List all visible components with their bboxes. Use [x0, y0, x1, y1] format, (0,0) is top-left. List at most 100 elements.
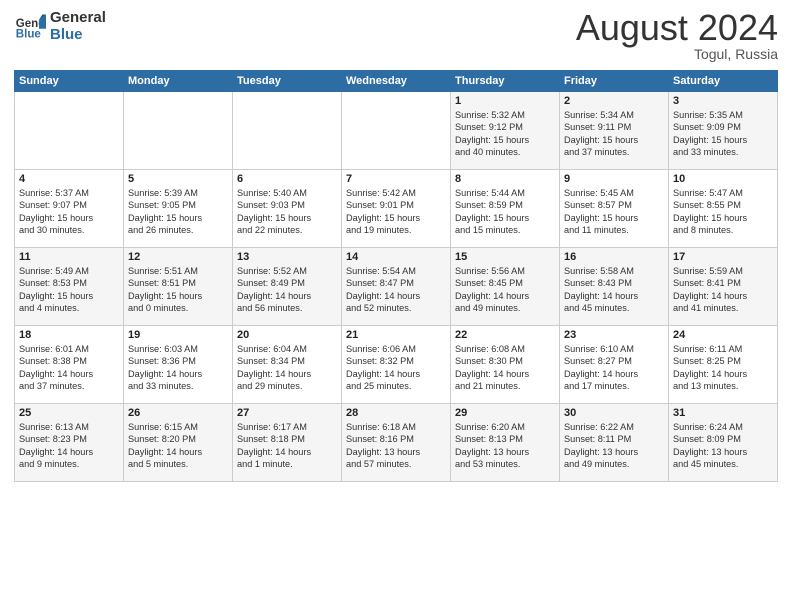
day-number: 29	[455, 407, 555, 419]
day-number: 31	[673, 407, 773, 419]
day-info: Sunrise: 5:40 AM Sunset: 9:03 PM Dayligh…	[237, 187, 337, 237]
col-header-tuesday: Tuesday	[233, 71, 342, 92]
day-info: Sunrise: 5:47 AM Sunset: 8:55 PM Dayligh…	[673, 187, 773, 237]
day-cell: 28 Sunrise: 6:18 AM Sunset: 8:16 PM Dayli…	[342, 404, 451, 482]
day-info: Sunrise: 6:08 AM Sunset: 8:30 PM Dayligh…	[455, 343, 555, 393]
day-number: 21	[346, 329, 446, 341]
day-cell	[342, 92, 451, 170]
day-info: Sunrise: 5:58 AM Sunset: 8:43 PM Dayligh…	[564, 265, 664, 315]
day-cell: 9 Sunrise: 5:45 AM Sunset: 8:57 PM Daylig…	[560, 170, 669, 248]
day-cell: 1Sunrise: 5:32 AM Sunset: 9:12 PM Daylig…	[451, 92, 560, 170]
location: Togul, Russia	[576, 46, 778, 62]
day-number: 4	[19, 173, 119, 185]
day-info: Sunrise: 5:37 AM Sunset: 9:07 PM Dayligh…	[19, 187, 119, 237]
day-number: 8	[455, 173, 555, 185]
day-number: 5	[128, 173, 228, 185]
day-cell: 29 Sunrise: 6:20 AM Sunset: 8:13 PM Dayli…	[451, 404, 560, 482]
day-cell	[233, 92, 342, 170]
day-cell: 31 Sunrise: 6:24 AM Sunset: 8:09 PM Dayli…	[669, 404, 778, 482]
day-cell: 18Sunrise: 6:01 AM Sunset: 8:38 PM Dayli…	[15, 326, 124, 404]
day-cell: 2 Sunrise: 5:34 AM Sunset: 9:11 PM Daylig…	[560, 92, 669, 170]
day-cell: 21 Sunrise: 6:06 AM Sunset: 8:32 PM Dayli…	[342, 326, 451, 404]
day-info: Sunrise: 5:45 AM Sunset: 8:57 PM Dayligh…	[564, 187, 664, 237]
day-info: Sunrise: 5:59 AM Sunset: 8:41 PM Dayligh…	[673, 265, 773, 315]
day-number: 25	[19, 407, 119, 419]
col-header-sunday: Sunday	[15, 71, 124, 92]
day-cell: 4 Sunrise: 5:37 AM Sunset: 9:07 PM Daylig…	[15, 170, 124, 248]
day-number: 24	[673, 329, 773, 341]
day-number: 12	[128, 251, 228, 263]
day-cell: 20 Sunrise: 6:04 AM Sunset: 8:34 PM Dayli…	[233, 326, 342, 404]
day-info: Sunrise: 6:13 AM Sunset: 8:23 PM Dayligh…	[19, 421, 119, 471]
week-row-3: 11Sunrise: 5:49 AM Sunset: 8:53 PM Dayli…	[15, 248, 778, 326]
day-number: 9	[564, 173, 664, 185]
day-cell: 16 Sunrise: 5:58 AM Sunset: 8:43 PM Dayli…	[560, 248, 669, 326]
col-header-thursday: Thursday	[451, 71, 560, 92]
day-number: 28	[346, 407, 446, 419]
week-row-1: 1Sunrise: 5:32 AM Sunset: 9:12 PM Daylig…	[15, 92, 778, 170]
day-cell: 22 Sunrise: 6:08 AM Sunset: 8:30 PM Dayli…	[451, 326, 560, 404]
day-cell	[15, 92, 124, 170]
day-info: Sunrise: 6:01 AM Sunset: 8:38 PM Dayligh…	[19, 343, 119, 393]
day-number: 26	[128, 407, 228, 419]
day-cell: 3 Sunrise: 5:35 AM Sunset: 9:09 PM Daylig…	[669, 92, 778, 170]
title-block: August 2024 Togul, Russia	[576, 10, 778, 62]
day-info: Sunrise: 5:35 AM Sunset: 9:09 PM Dayligh…	[673, 109, 773, 159]
day-cell: 14Sunrise: 5:54 AM Sunset: 8:47 PM Dayli…	[342, 248, 451, 326]
day-number: 13	[237, 251, 337, 263]
day-number: 10	[673, 173, 773, 185]
day-info: Sunrise: 5:39 AM Sunset: 9:05 PM Dayligh…	[128, 187, 228, 237]
day-info: Sunrise: 6:17 AM Sunset: 8:18 PM Dayligh…	[237, 421, 337, 471]
day-info: Sunrise: 6:15 AM Sunset: 8:20 PM Dayligh…	[128, 421, 228, 471]
day-number: 17	[673, 251, 773, 263]
calendar-table: SundayMondayTuesdayWednesdayThursdayFrid…	[14, 70, 778, 482]
day-number: 3	[673, 95, 773, 107]
col-header-friday: Friday	[560, 71, 669, 92]
day-info: Sunrise: 5:51 AM Sunset: 8:51 PM Dayligh…	[128, 265, 228, 315]
col-header-saturday: Saturday	[669, 71, 778, 92]
day-info: Sunrise: 6:20 AM Sunset: 8:13 PM Dayligh…	[455, 421, 555, 471]
day-info: Sunrise: 5:34 AM Sunset: 9:11 PM Dayligh…	[564, 109, 664, 159]
day-number: 27	[237, 407, 337, 419]
day-number: 23	[564, 329, 664, 341]
day-info: Sunrise: 6:10 AM Sunset: 8:27 PM Dayligh…	[564, 343, 664, 393]
day-number: 15	[455, 251, 555, 263]
day-info: Sunrise: 6:18 AM Sunset: 8:16 PM Dayligh…	[346, 421, 446, 471]
day-cell: 30Sunrise: 6:22 AM Sunset: 8:11 PM Dayli…	[560, 404, 669, 482]
day-info: Sunrise: 5:42 AM Sunset: 9:01 PM Dayligh…	[346, 187, 446, 237]
day-info: Sunrise: 5:32 AM Sunset: 9:12 PM Dayligh…	[455, 109, 555, 159]
week-row-5: 25 Sunrise: 6:13 AM Sunset: 8:23 PM Dayli…	[15, 404, 778, 482]
col-header-monday: Monday	[124, 71, 233, 92]
day-info: Sunrise: 5:49 AM Sunset: 8:53 PM Dayligh…	[19, 265, 119, 315]
col-header-wednesday: Wednesday	[342, 71, 451, 92]
logo-icon: General Blue	[14, 11, 46, 43]
day-info: Sunrise: 6:06 AM Sunset: 8:32 PM Dayligh…	[346, 343, 446, 393]
week-row-4: 18Sunrise: 6:01 AM Sunset: 8:38 PM Dayli…	[15, 326, 778, 404]
day-info: Sunrise: 6:04 AM Sunset: 8:34 PM Dayligh…	[237, 343, 337, 393]
day-number: 2	[564, 95, 664, 107]
day-info: Sunrise: 6:24 AM Sunset: 8:09 PM Dayligh…	[673, 421, 773, 471]
day-info: Sunrise: 5:56 AM Sunset: 8:45 PM Dayligh…	[455, 265, 555, 315]
day-cell: 8Sunrise: 5:44 AM Sunset: 8:59 PM Daylig…	[451, 170, 560, 248]
logo-line1: General	[50, 10, 106, 27]
day-cell: 27 Sunrise: 6:17 AM Sunset: 8:18 PM Dayli…	[233, 404, 342, 482]
day-number: 20	[237, 329, 337, 341]
day-cell: 25 Sunrise: 6:13 AM Sunset: 8:23 PM Dayli…	[15, 404, 124, 482]
day-cell: 12 Sunrise: 5:51 AM Sunset: 8:51 PM Dayli…	[124, 248, 233, 326]
main-container: General Blue General Blue August 2024 To…	[0, 0, 792, 490]
svg-text:Blue: Blue	[16, 28, 42, 40]
week-row-2: 4 Sunrise: 5:37 AM Sunset: 9:07 PM Daylig…	[15, 170, 778, 248]
day-cell: 23 Sunrise: 6:10 AM Sunset: 8:27 PM Dayli…	[560, 326, 669, 404]
day-number: 16	[564, 251, 664, 263]
day-cell: 15 Sunrise: 5:56 AM Sunset: 8:45 PM Dayli…	[451, 248, 560, 326]
day-cell: 11Sunrise: 5:49 AM Sunset: 8:53 PM Dayli…	[15, 248, 124, 326]
day-number: 7	[346, 173, 446, 185]
day-info: Sunrise: 5:54 AM Sunset: 8:47 PM Dayligh…	[346, 265, 446, 315]
day-info: Sunrise: 6:11 AM Sunset: 8:25 PM Dayligh…	[673, 343, 773, 393]
logo-line2: Blue	[50, 27, 106, 44]
day-cell: 17 Sunrise: 5:59 AM Sunset: 8:41 PM Dayli…	[669, 248, 778, 326]
header: General Blue General Blue August 2024 To…	[14, 10, 778, 62]
day-number: 22	[455, 329, 555, 341]
day-cell: 24 Sunrise: 6:11 AM Sunset: 8:25 PM Dayli…	[669, 326, 778, 404]
day-number: 6	[237, 173, 337, 185]
